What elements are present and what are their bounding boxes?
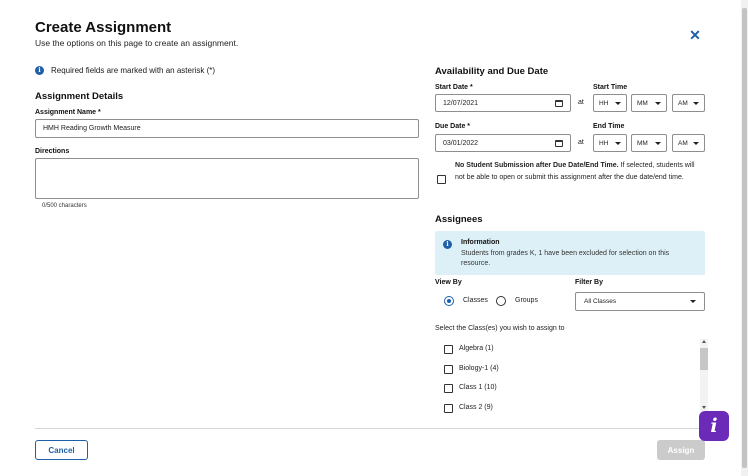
- calendar-icon[interactable]: [555, 139, 563, 147]
- start-hour-select[interactable]: HH: [593, 94, 627, 112]
- assignees-heading: Assignees: [435, 214, 483, 225]
- scroll-down-icon[interactable]: [702, 406, 706, 409]
- required-fields-note: i Required fields are marked with an ast…: [35, 66, 215, 75]
- start-date-input[interactable]: 12/07/2021: [435, 94, 571, 112]
- no-submission-text: No Student Submission after Due Date/End…: [455, 160, 705, 184]
- assign-button[interactable]: Assign: [657, 440, 705, 460]
- class-label-biology: Biology-1 (4): [459, 365, 499, 372]
- footer-divider: [35, 428, 705, 429]
- class-list-scroll-thumb[interactable]: [700, 348, 708, 370]
- cancel-button[interactable]: Cancel: [35, 440, 88, 460]
- page-subtitle: Use the options on this page to create a…: [35, 38, 239, 48]
- scroll-up-icon[interactable]: [702, 340, 706, 343]
- page-title: Create Assignment: [35, 19, 172, 36]
- select-classes-prompt: Select the Class(es) you wish to assign …: [435, 325, 565, 332]
- help-info-icon[interactable]: i: [699, 411, 729, 441]
- end-hour-value: HH: [599, 139, 609, 147]
- assignment-name-label: Assignment Name *: [35, 109, 101, 116]
- start-at-label: at: [578, 99, 584, 106]
- required-note-text: Required fields are marked with an aster…: [51, 66, 216, 75]
- radio-classes[interactable]: [444, 296, 454, 306]
- chevron-down-icon: [615, 101, 621, 105]
- chevron-down-icon: [615, 141, 621, 145]
- end-ampm-select[interactable]: AM: [672, 134, 705, 152]
- end-at-label: at: [578, 139, 584, 146]
- end-minute-value: MM: [637, 139, 648, 147]
- info-panel: i Information Students from grades K, 1 …: [435, 231, 705, 275]
- end-hour-select[interactable]: HH: [593, 134, 627, 152]
- info-panel-title: Information: [461, 239, 500, 246]
- directions-label: Directions: [35, 148, 70, 155]
- directions-textarea[interactable]: [35, 158, 419, 199]
- chevron-down-icon: [690, 300, 696, 303]
- start-minute-value: MM: [637, 99, 648, 107]
- class-label-class2: Class 2 (9): [459, 404, 493, 411]
- start-date-value: 12/07/2021: [443, 99, 479, 107]
- assignment-name-value: HMH Reading Growth Measure: [43, 125, 141, 132]
- class-checkbox-class1[interactable]: [444, 384, 453, 393]
- chevron-down-icon: [655, 101, 661, 105]
- info-panel-body: Students from grades K, 1 have been excl…: [461, 250, 670, 267]
- calendar-icon[interactable]: [555, 99, 563, 107]
- start-hour-value: HH: [599, 99, 609, 107]
- view-by-label: View By: [435, 279, 462, 286]
- filter-value: All Classes: [584, 298, 617, 305]
- due-date-value: 03/01/2022: [443, 139, 479, 147]
- end-ampm-value: AM: [678, 139, 688, 147]
- assignment-details-heading: Assignment Details: [35, 91, 124, 102]
- radio-groups-label: Groups: [515, 297, 538, 304]
- no-submission-checkbox[interactable]: [437, 175, 446, 184]
- filter-select[interactable]: All Classes: [575, 292, 705, 311]
- directions-char-count: 0/500 characters: [42, 203, 87, 209]
- class-label-class1: Class 1 (10): [459, 384, 497, 391]
- class-label-algebra: Algebra (1): [459, 345, 494, 352]
- start-time-label: Start Time: [593, 84, 628, 91]
- availability-heading: Availability and Due Date: [435, 66, 549, 77]
- info-icon: i: [35, 66, 44, 75]
- end-time-label: End Time: [593, 123, 625, 130]
- chevron-down-icon: [693, 141, 699, 145]
- chevron-down-icon: [655, 141, 661, 145]
- class-checkbox-algebra[interactable]: [444, 345, 453, 354]
- class-checkbox-biology[interactable]: [444, 365, 453, 374]
- assignment-name-input[interactable]: HMH Reading Growth Measure: [35, 119, 419, 138]
- start-ampm-select[interactable]: AM: [672, 94, 705, 112]
- end-minute-select[interactable]: MM: [631, 134, 667, 152]
- due-date-input[interactable]: 03/01/2022: [435, 134, 571, 152]
- filter-by-label: Filter By: [575, 279, 604, 286]
- due-date-label: Due Date *: [435, 123, 471, 130]
- start-minute-select[interactable]: MM: [631, 94, 667, 112]
- info-icon: i: [443, 240, 452, 249]
- chevron-down-icon: [693, 101, 699, 105]
- radio-classes-label: Classes: [463, 297, 488, 304]
- start-ampm-value: AM: [678, 99, 688, 107]
- close-icon[interactable]: ✕: [688, 28, 702, 42]
- page-scroll-thumb[interactable]: [742, 8, 747, 468]
- radio-groups[interactable]: [496, 296, 506, 306]
- start-date-label: Start Date *: [435, 84, 473, 91]
- class-checkbox-class2[interactable]: [444, 404, 453, 413]
- no-submission-bold: No Student Submission after Due Date/End…: [455, 162, 619, 169]
